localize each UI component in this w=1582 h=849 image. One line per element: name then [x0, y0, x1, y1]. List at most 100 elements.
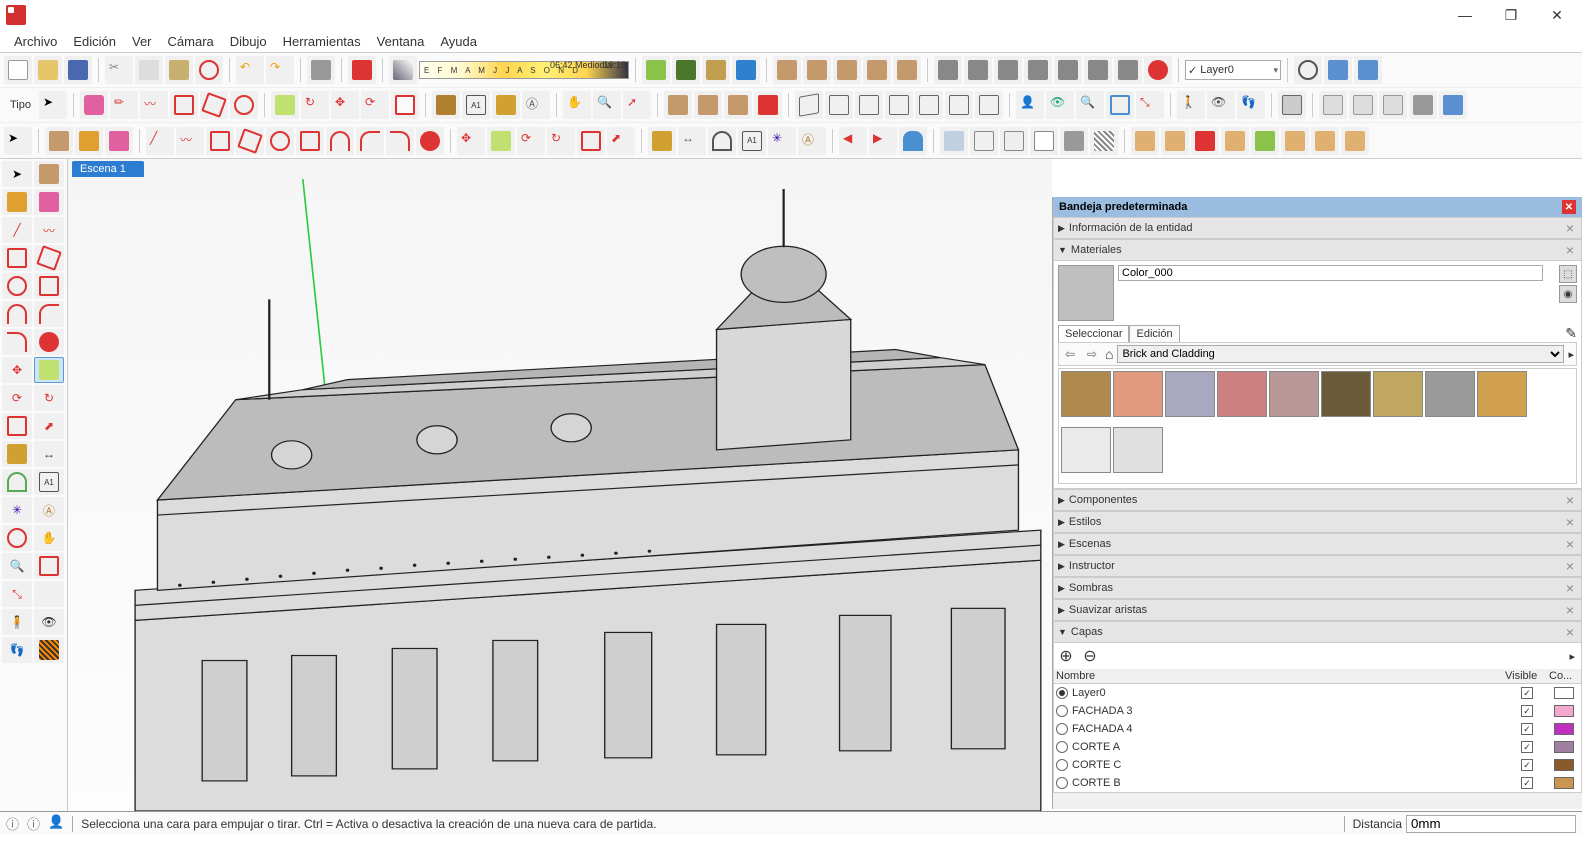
layer-visible-checkbox[interactable]: ✓ — [1521, 705, 1533, 717]
zoom-selection[interactable] — [1106, 91, 1134, 119]
current-material-swatch[interactable] — [1058, 265, 1114, 321]
style-xray-r3[interactable] — [940, 127, 968, 155]
add-layer-button[interactable]: ⊕ — [1057, 646, 1075, 666]
solid-intersect-button[interactable] — [803, 56, 831, 84]
eraser-tool[interactable] — [80, 91, 108, 119]
view-back-button[interactable] — [915, 91, 943, 119]
sandbox-scratch[interactable] — [1161, 127, 1189, 155]
lt-3dtext[interactable]: Ⓐ — [34, 497, 64, 523]
sample-material-button[interactable]: ◉ — [1559, 285, 1577, 303]
walk-tool[interactable]: 🚶 — [1177, 91, 1205, 119]
layers-menu-icon[interactable]: ▸ — [1569, 650, 1581, 663]
lt-tape[interactable] — [2, 441, 32, 467]
lt-move[interactable]: ✥ — [2, 357, 32, 383]
scene-settings-button[interactable] — [1114, 56, 1142, 84]
lt-pushpull[interactable] — [34, 357, 64, 383]
tape-r3[interactable] — [648, 127, 676, 155]
layer-row[interactable]: CORTE A✓ — [1054, 738, 1581, 756]
style-backedges-button[interactable] — [1354, 56, 1382, 84]
solid-split-button[interactable] — [893, 56, 921, 84]
lt-text[interactable]: A1 — [34, 469, 64, 495]
3dtext-r3[interactable]: Ⓐ — [798, 127, 826, 155]
pie-r3[interactable] — [416, 127, 444, 155]
lt-arc3[interactable] — [2, 329, 32, 355]
rect-r3[interactable] — [206, 127, 234, 155]
menu-archivo[interactable]: Archivo — [6, 32, 65, 51]
material-category-select[interactable]: Brick and Cladding — [1117, 345, 1564, 363]
preview-kml-button[interactable] — [732, 56, 760, 84]
polygon-r3[interactable] — [296, 127, 324, 155]
scale-tool[interactable] — [391, 91, 419, 119]
col-color[interactable]: Co... — [1549, 670, 1579, 682]
panel-capas[interactable]: ▼Capas × — [1053, 621, 1582, 643]
save-file-button[interactable] — [64, 56, 92, 84]
panel-info-entidad[interactable]: ▶Información de la entidad × — [1053, 217, 1582, 239]
material-swatch-0[interactable] — [1061, 371, 1111, 417]
panel-materiales[interactable]: ▼Materiales × — [1053, 239, 1582, 261]
panel-instructor[interactable]: ▶Instructor × — [1053, 555, 1582, 577]
layer-color-swatch[interactable] — [1554, 759, 1574, 771]
lt-eraser[interactable] — [34, 189, 64, 215]
layer-active-radio[interactable] — [1056, 687, 1068, 699]
protractor-r3[interactable] — [708, 127, 736, 155]
update-scene-button[interactable] — [964, 56, 992, 84]
prev-view-r3[interactable]: ◀ — [839, 127, 867, 155]
layer-active-radio[interactable] — [1056, 777, 1068, 789]
previous-view[interactable]: ⤡ — [1136, 91, 1164, 119]
next-view-r3[interactable]: ▶ — [869, 127, 897, 155]
circle-r3[interactable] — [266, 127, 294, 155]
photo-texture-button[interactable] — [702, 56, 730, 84]
offset-r3[interactable]: ⬈ — [607, 127, 635, 155]
layer-active-radio[interactable] — [1056, 741, 1068, 753]
terrain-toggle-button[interactable] — [672, 56, 700, 84]
pencil-tool[interactable]: ✏ — [110, 91, 138, 119]
close-icon[interactable]: × — [1563, 580, 1577, 596]
lt-component[interactable] — [34, 161, 64, 187]
section-plane-tool[interactable] — [1278, 91, 1306, 119]
menu-camara[interactable]: Cámara — [160, 32, 222, 51]
layer-row[interactable]: FACHADA 3✓ — [1054, 702, 1581, 720]
remove-layer-button[interactable]: ⊖ — [1081, 646, 1099, 666]
print-button[interactable] — [307, 56, 335, 84]
rectangle-tool[interactable] — [170, 91, 198, 119]
next-scene-button[interactable] — [1084, 56, 1112, 84]
zoom-tool2[interactable]: 🔍 — [593, 91, 621, 119]
close-icon[interactable]: × — [1563, 624, 1577, 640]
material-swatch-7[interactable] — [1425, 371, 1475, 417]
rotate-r3[interactable]: ⟳ — [517, 127, 545, 155]
shadows-button[interactable] — [1409, 91, 1437, 119]
distance-input[interactable] — [1406, 815, 1576, 833]
layer-visible-checkbox[interactable]: ✓ — [1521, 723, 1533, 735]
layer-row[interactable]: FACHADA 4✓ — [1054, 720, 1581, 738]
panel-sombras[interactable]: ▶Sombras × — [1053, 577, 1582, 599]
pushpull-tool[interactable] — [271, 91, 299, 119]
menu-edicion[interactable]: Edición — [65, 32, 124, 51]
lt-dimension[interactable]: ↔ — [34, 441, 64, 467]
close-icon[interactable]: × — [1563, 558, 1577, 574]
move-r3[interactable]: ✥ — [457, 127, 485, 155]
lt-arc[interactable] — [2, 301, 32, 327]
axes-r3[interactable]: ✳ — [768, 127, 796, 155]
walk-footprint[interactable]: 👣 — [1237, 91, 1265, 119]
arc-r3[interactable] — [326, 127, 354, 155]
select-tool-r3[interactable]: ➤ — [4, 127, 32, 155]
close-icon[interactable]: × — [1563, 492, 1577, 508]
rotate-tool[interactable]: ⟳ — [361, 91, 389, 119]
solid-subtract-button[interactable] — [833, 56, 861, 84]
tray-title[interactable]: Bandeja predeterminada ✕ — [1053, 197, 1582, 217]
lt-protractor[interactable] — [2, 469, 32, 495]
new-file-button[interactable] — [4, 56, 32, 84]
paint-bucket-r3[interactable] — [75, 127, 103, 155]
lt-rect[interactable] — [2, 245, 32, 271]
followme-r3[interactable]: ↻ — [547, 127, 575, 155]
arc2-r3[interactable] — [356, 127, 384, 155]
outliner-button[interactable] — [1349, 91, 1377, 119]
solid-union-button[interactable] — [773, 56, 801, 84]
freehand-r3[interactable]: 〰 — [176, 127, 204, 155]
delete-button[interactable] — [195, 56, 223, 84]
panel-suavizar[interactable]: ▶Suavizar aristas × — [1053, 599, 1582, 621]
redo-button[interactable]: ↷ — [266, 56, 294, 84]
freehand-tool[interactable]: 〰 — [140, 91, 168, 119]
layer-row[interactable]: CORTE C✓ — [1054, 756, 1581, 774]
pushpull-r3[interactable] — [487, 127, 515, 155]
